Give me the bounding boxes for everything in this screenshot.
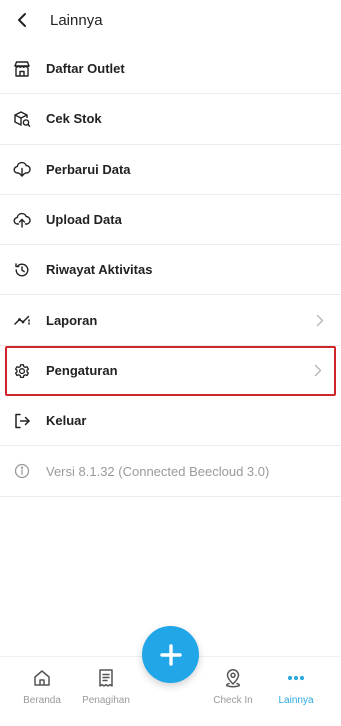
trend-chart-icon xyxy=(12,310,32,330)
menu-item-label: Cek Stok xyxy=(46,111,102,127)
chevron-right-icon xyxy=(313,364,323,378)
more-dots-icon xyxy=(285,667,307,689)
nav-label: Lainnya xyxy=(278,695,314,706)
box-search-icon xyxy=(12,109,32,129)
menu-item-label: Keluar xyxy=(46,413,87,429)
location-pin-icon xyxy=(222,667,244,689)
menu-item-label: Upload Data xyxy=(46,212,122,228)
menu-item-label: Riwayat Aktivitas xyxy=(46,262,153,278)
nav-item-penagihan[interactable]: Penagihan xyxy=(74,667,138,706)
gear-icon xyxy=(12,361,32,381)
back-button[interactable] xyxy=(2,0,42,40)
menu-item-label: Daftar Outlet xyxy=(46,61,125,77)
menu-item-label: Laporan xyxy=(46,312,98,328)
chevron-left-icon xyxy=(18,13,26,27)
logout-icon xyxy=(12,411,32,431)
receipt-icon xyxy=(95,667,117,689)
page-title: Lainnya xyxy=(50,11,103,29)
nav-item-lainnya[interactable]: Lainnya xyxy=(264,667,328,706)
nav-item-beranda[interactable]: Beranda xyxy=(10,667,74,706)
menu-item-label: Pengaturan xyxy=(46,363,118,379)
version-info: Versi 8.1.32 (Connected Beecloud 3.0) xyxy=(0,446,341,497)
menu-item-label: Perbarui Data xyxy=(46,161,131,177)
chevron-right-icon xyxy=(315,313,325,327)
plus-icon xyxy=(159,643,182,666)
menu-item-pengaturan[interactable]: Pengaturan xyxy=(5,345,336,397)
header: Lainnya xyxy=(0,0,341,40)
store-icon xyxy=(12,59,32,79)
menu-item-cek-stok[interactable]: Cek Stok xyxy=(0,94,341,145)
menu-list: Daftar Outlet Cek Stok Perbarui Data Upl… xyxy=(0,44,341,497)
menu-item-laporan[interactable]: Laporan xyxy=(0,295,341,346)
menu-item-daftar-outlet[interactable]: Daftar Outlet xyxy=(0,44,341,95)
nav-label: Penagihan xyxy=(82,695,130,706)
home-icon xyxy=(31,667,53,689)
menu-item-upload-data[interactable]: Upload Data xyxy=(0,195,341,246)
menu-item-riwayat-aktivitas[interactable]: Riwayat Aktivitas xyxy=(0,245,341,296)
menu-item-keluar[interactable]: Keluar xyxy=(0,396,341,447)
cloud-upload-icon xyxy=(12,210,32,230)
menu-item-perbarui-data[interactable]: Perbarui Data xyxy=(0,145,341,195)
version-label: Versi 8.1.32 (Connected Beecloud 3.0) xyxy=(46,463,270,479)
nav-label: Check In xyxy=(213,695,253,706)
info-icon xyxy=(12,461,32,481)
cloud-download-icon xyxy=(12,159,32,179)
add-fab-button[interactable] xyxy=(142,626,199,683)
history-icon xyxy=(12,260,32,280)
nav-item-check-in[interactable]: Check In xyxy=(201,667,265,706)
nav-label: Beranda xyxy=(23,695,61,706)
